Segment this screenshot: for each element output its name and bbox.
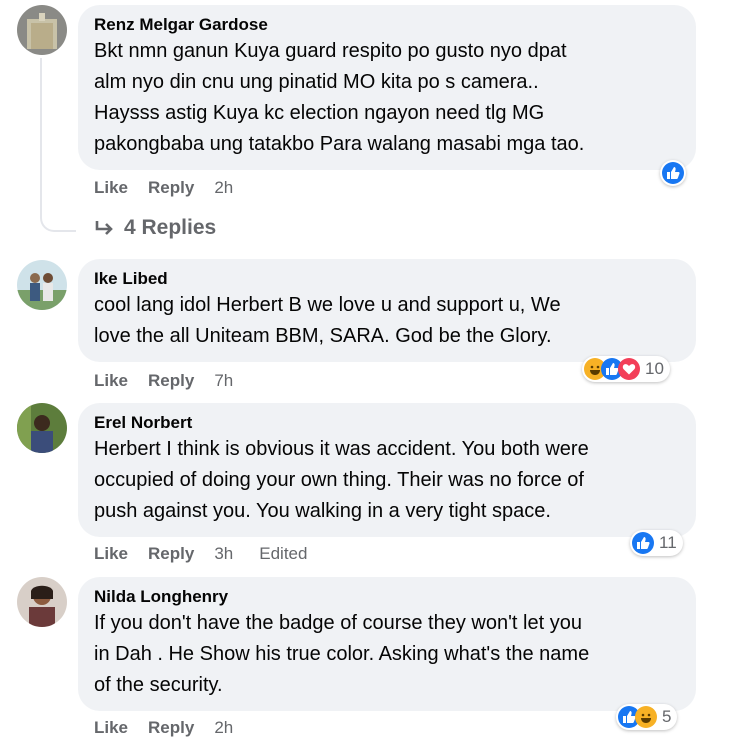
comment-text: Herbert I think is obvious it was accide…: [94, 434, 680, 527]
avatar-photo: [17, 260, 67, 310]
comment-author[interactable]: Renz Melgar Gardose: [94, 14, 680, 36]
comment-actions: Like Reply 3h Edited: [94, 544, 307, 564]
avatar[interactable]: [17, 577, 67, 627]
like-button[interactable]: Like: [94, 544, 128, 564]
reaction-count: 11: [659, 533, 677, 552]
comment-text: If you don't have the badge of course th…: [94, 608, 680, 701]
comment-line: push against you. You walking in a very …: [94, 500, 551, 522]
avatar-photo: [17, 403, 67, 453]
comment-text: cool lang idol Herbert B we love u and s…: [94, 290, 680, 352]
comment-line: Herbert I think is obvious it was accide…: [94, 438, 589, 460]
reply-button[interactable]: Reply: [148, 718, 194, 738]
comment-timestamp[interactable]: 2h: [214, 178, 233, 198]
comment-line: cool lang idol Herbert B we love u and s…: [94, 294, 561, 316]
comment-line: If you don't have the badge of course th…: [94, 612, 582, 634]
like-icon: [632, 532, 654, 554]
comment-bubble: Erel Norbert Herbert I think is obvious …: [78, 403, 696, 537]
comment-timestamp[interactable]: 3h: [214, 544, 233, 564]
comment-line: pakongbaba ung tatakbo Para walang masab…: [94, 133, 585, 155]
comment-line: Haysss astig Kuya kc election ngayon nee…: [94, 102, 545, 124]
reaction-summary[interactable]: [660, 160, 686, 186]
love-icon: [618, 358, 640, 380]
comment-bubble: Renz Melgar Gardose Bkt nmn ganun Kuya g…: [78, 5, 696, 170]
like-button[interactable]: Like: [94, 178, 128, 198]
like-icon: [662, 162, 684, 184]
avatar[interactable]: [17, 260, 67, 310]
like-button[interactable]: Like: [94, 718, 128, 738]
replies-count-label[interactable]: 4 Replies: [124, 216, 216, 240]
comment-author[interactable]: Erel Norbert: [94, 412, 680, 434]
avatar-photo: [17, 577, 67, 627]
reaction-count: 5: [662, 707, 672, 726]
comment-line: Bkt nmn ganun Kuya guard respito po gust…: [94, 40, 567, 62]
comment-actions: Like Reply 2h: [94, 718, 259, 738]
comment-timestamp[interactable]: 2h: [214, 718, 233, 738]
view-replies-link[interactable]: 4 Replies: [94, 216, 216, 240]
comment-line: love the all Uniteam BBM, SARA. God be t…: [94, 325, 552, 347]
reply-button[interactable]: Reply: [148, 544, 194, 564]
reaction-count: 10: [645, 359, 664, 378]
reply-button[interactable]: Reply: [148, 371, 194, 391]
reaction-summary[interactable]: 10: [582, 356, 670, 382]
edited-label: Edited: [259, 544, 308, 563]
avatar[interactable]: [17, 403, 67, 453]
like-button[interactable]: Like: [94, 371, 128, 391]
comment-line: of the security.: [94, 674, 223, 696]
comment-line: in Dah . He Show his true color. Asking …: [94, 643, 590, 665]
reaction-summary[interactable]: 11: [630, 530, 683, 556]
reply-thread-connector: [40, 58, 76, 232]
comment-actions: Like Reply 7h: [94, 371, 259, 391]
avatar-photo: [17, 5, 67, 55]
reply-arrow-icon: [95, 221, 113, 235]
reaction-summary[interactable]: 5: [616, 704, 678, 730]
comment-author[interactable]: Nilda Longhenry: [94, 586, 680, 608]
comment-author[interactable]: Ike Libed: [94, 268, 680, 290]
reply-button[interactable]: Reply: [148, 178, 194, 198]
haha-icon: [635, 706, 657, 728]
comment-text: Bkt nmn ganun Kuya guard respito po gust…: [94, 36, 680, 160]
avatar[interactable]: [17, 5, 67, 55]
comment-line: occupied of doing your own thing. Their …: [94, 469, 584, 491]
comment-bubble: Nilda Longhenry If you don't have the ba…: [78, 577, 696, 711]
comment-line: alm nyo din cnu ung pinatid MO kita po s…: [94, 71, 539, 93]
comment-bubble: Ike Libed cool lang idol Herbert B we lo…: [78, 259, 696, 362]
comment-actions: Like Reply 2h: [94, 178, 259, 198]
comment-timestamp[interactable]: 7h: [214, 371, 233, 391]
